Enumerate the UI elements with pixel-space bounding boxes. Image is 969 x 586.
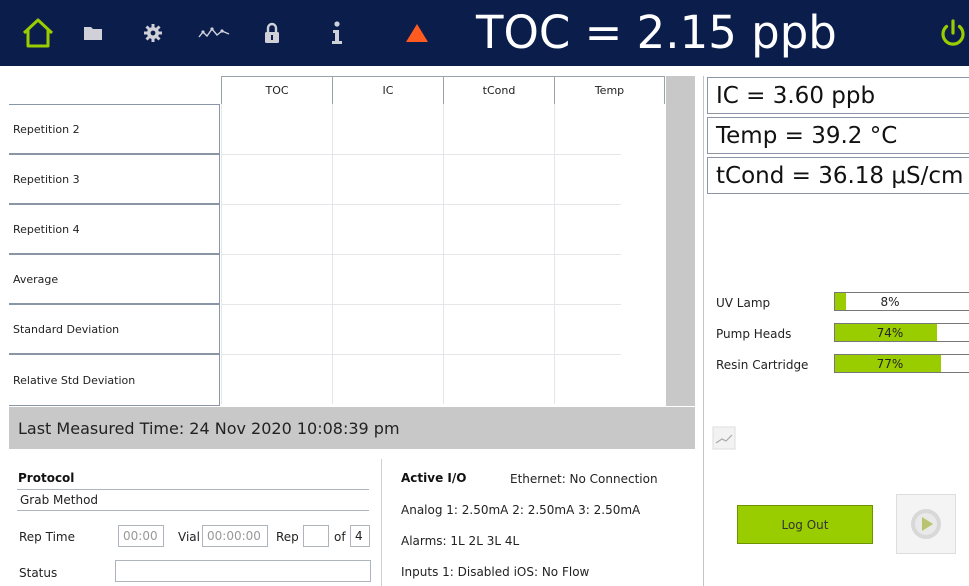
row-label-repetition-4: Repetition 4 (9, 204, 220, 254)
start-button[interactable] (896, 494, 956, 554)
row-label-standard-deviation: Standard Deviation (9, 304, 220, 354)
warning-triangle-icon[interactable] (404, 14, 430, 52)
resin-cartridge-percent: 77% (876, 356, 904, 371)
active-io-heading: Active I/O (401, 471, 467, 485)
header-gap (0, 66, 969, 76)
rep-field[interactable] (303, 525, 329, 547)
column-header-temp[interactable]: Temp (554, 76, 665, 104)
folder-icon[interactable] (82, 14, 104, 52)
status-field[interactable] (115, 560, 371, 582)
analog-values: Analog 1: 2.50mA 2: 2.50mA 3: 2.50mA (401, 503, 641, 517)
vial-label: Vial (178, 530, 200, 544)
column-header-ic[interactable]: IC (332, 76, 443, 104)
consumable-label-uv-lamp: UV Lamp (716, 296, 771, 310)
ic-readout: IC = 3.60 ppb (707, 77, 969, 114)
consumable-label-resin-cartridge: Resin Cartridge (716, 358, 809, 372)
row-label-repetition-3: Repetition 3 (9, 154, 220, 204)
of-label: of (334, 530, 346, 544)
resin-cartridge-bar: 77% (834, 354, 969, 373)
gear-icon[interactable] (140, 14, 166, 52)
tcond-readout: tCond = 36.18 μS/cm (707, 157, 969, 194)
vial-field[interactable]: 00:00:00 (202, 525, 268, 547)
home-icon[interactable] (18, 14, 58, 52)
power-icon[interactable] (936, 14, 969, 52)
protocol-heading: Protocol (18, 471, 75, 485)
table-scrollbar[interactable] (666, 76, 695, 406)
protocol-method-field[interactable]: Grab Method (17, 489, 369, 511)
inputs-values: Inputs 1: Disabled iOS: No Flow (401, 565, 590, 579)
row-label-repetition-2: Repetition 2 (9, 104, 220, 154)
uv-lamp-bar: 8% (834, 292, 969, 311)
info-icon[interactable] (330, 14, 344, 52)
consumable-label-pump-heads: Pump Heads (716, 327, 792, 341)
alarms-values: Alarms: 1L 2L 3L 4L (401, 534, 520, 548)
rep-total-field[interactable]: 4 (350, 525, 370, 547)
last-measured-time: Last Measured Time: 24 Nov 2020 10:08:39… (9, 407, 695, 449)
grid-line (221, 254, 621, 255)
lock-icon[interactable] (262, 14, 282, 52)
divider (381, 459, 382, 586)
status-label: Status (19, 566, 58, 580)
grid-line (221, 354, 621, 355)
rep-time-field[interactable]: 00:00 (118, 525, 164, 547)
rep-time-label: Rep Time (19, 530, 75, 544)
column-header-toc[interactable]: TOC (221, 76, 332, 104)
rep-label: Rep (276, 530, 299, 544)
uv-lamp-percent: 8% (880, 294, 900, 309)
pump-heads-percent: 74% (876, 325, 904, 340)
temp-readout: Temp = 39.2 °C (707, 117, 969, 154)
pump-heads-bar: 74% (834, 323, 969, 342)
play-icon (911, 509, 941, 539)
row-label-relative-std-deviation: Relative Std Deviation (9, 354, 220, 406)
trend-icon[interactable] (197, 14, 231, 52)
grid-line (221, 304, 621, 305)
toc-value-title: TOC = 2.15 ppb (476, 6, 837, 59)
ethernet-status: Ethernet: No Connection (510, 472, 658, 486)
top-bar: TOC = 2.15 ppb (0, 0, 969, 66)
column-header-tcond[interactable]: tCond (443, 76, 554, 104)
divider (703, 76, 704, 586)
grid-line (221, 204, 621, 205)
grid-line (221, 154, 621, 155)
chart-icon[interactable] (712, 426, 736, 450)
logout-button[interactable]: Log Out (737, 505, 873, 544)
row-label-average: Average (9, 254, 220, 304)
